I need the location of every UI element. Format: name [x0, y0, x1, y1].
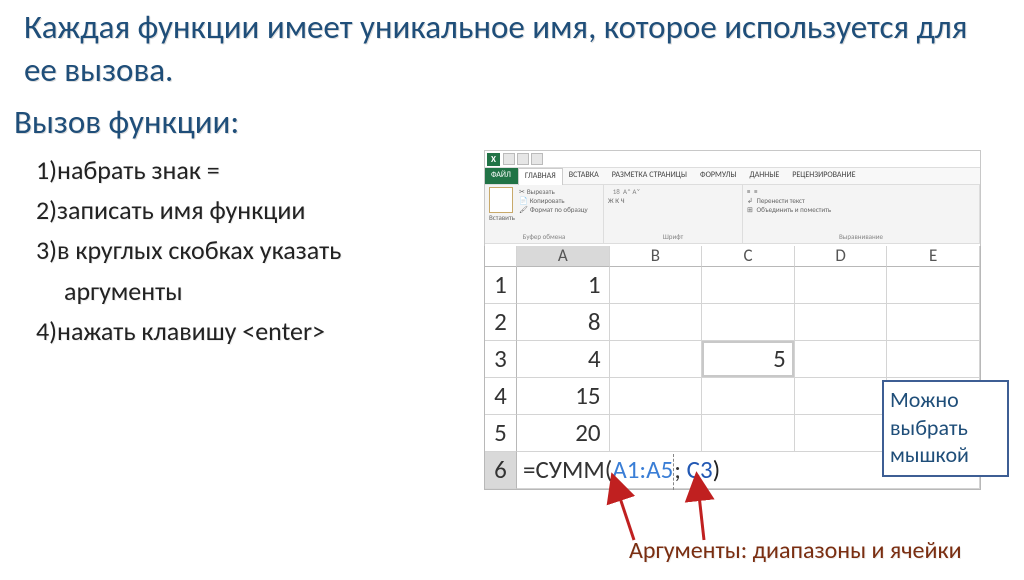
tab-formulas[interactable]: ФОРМУЛЫ	[694, 168, 744, 184]
cell-d2[interactable]	[795, 304, 888, 341]
wrap-text-icon[interactable]: ↲	[747, 196, 753, 205]
paste-label: Вставить	[489, 213, 515, 222]
group-font-title: Шрифт	[608, 232, 738, 241]
cell-b4[interactable]	[610, 378, 703, 415]
cell-c1[interactable]	[702, 267, 795, 304]
col-header-b[interactable]: B	[610, 246, 703, 267]
merge-icon[interactable]: ⊞	[747, 205, 753, 214]
cell-b3[interactable]	[610, 341, 703, 378]
formula-eq: =СУММ(	[523, 454, 612, 485]
cut-label: Вырезать	[527, 187, 555, 196]
undo-icon[interactable]	[517, 153, 529, 165]
cell-d1[interactable]	[795, 267, 888, 304]
cell-b2[interactable]	[610, 304, 703, 341]
cell-e3[interactable]	[887, 341, 980, 378]
save-icon[interactable]	[503, 153, 515, 165]
cell-a4[interactable]: 15	[517, 378, 610, 415]
cell-b1[interactable]	[610, 267, 703, 304]
cell-a2[interactable]: 8	[517, 304, 610, 341]
cell-c5[interactable]	[702, 415, 795, 452]
tab-file[interactable]: ФАЙЛ	[485, 168, 518, 184]
select-all-corner[interactable]	[485, 246, 517, 267]
arguments-label: Аргументы: диапазоны и ячейки	[629, 536, 962, 565]
row-header-3[interactable]: 3	[485, 341, 517, 378]
tab-layout[interactable]: РАЗМЕТКА СТРАНИЦЫ	[606, 168, 694, 184]
group-clipboard-title: Буфер обмена	[489, 232, 599, 241]
col-header-c[interactable]: C	[702, 246, 795, 267]
col-header-a[interactable]: A	[517, 246, 610, 267]
col-header-e[interactable]: E	[887, 246, 980, 267]
ribbon-tabs: ФАЙЛ ГЛАВНАЯ ВСТАВКА РАЗМЕТКА СТРАНИЦЫ Ф…	[485, 168, 980, 184]
cell-e2[interactable]	[887, 304, 980, 341]
cell-d5[interactable]	[795, 415, 888, 452]
align-icon-2[interactable]: ≡	[754, 187, 758, 196]
cut-icon[interactable]: ✂	[519, 187, 525, 196]
tab-home[interactable]: ГЛАВНАЯ	[518, 168, 563, 185]
formula-sep: ;	[674, 454, 686, 485]
subtitle: Вызов функции:	[14, 102, 1006, 142]
cell-e1[interactable]	[887, 267, 980, 304]
callout-l3: мышкой	[890, 441, 1001, 469]
cell-c4[interactable]	[702, 378, 795, 415]
font-style-buttons[interactable]: Ж К Ч	[608, 196, 738, 205]
format-label: Формат по образцу	[530, 205, 588, 214]
cell-c3[interactable]: 5	[702, 341, 795, 378]
row-header-5[interactable]: 5	[485, 415, 517, 452]
cell-a3[interactable]: 4	[517, 341, 610, 378]
excel-ribbon: X ФАЙЛ ГЛАВНАЯ ВСТАВКА РАЗМЕТКА СТРАНИЦЫ…	[484, 150, 981, 246]
cell-d3[interactable]	[795, 341, 888, 378]
row-header-4[interactable]: 4	[485, 378, 517, 415]
callout-l1: Можно	[890, 386, 1001, 414]
formula-closeparen: )	[713, 454, 721, 485]
cell-a1[interactable]: 1	[517, 267, 610, 304]
row-header-1[interactable]: 1	[485, 267, 517, 304]
format-painter-icon[interactable]: 🖌	[519, 205, 528, 214]
align-icon[interactable]: ≡	[747, 187, 751, 196]
tab-data[interactable]: ДАННЫЕ	[744, 168, 787, 184]
row-header-6[interactable]: 6	[485, 452, 517, 489]
cell-c2[interactable]	[702, 304, 795, 341]
copy-icon[interactable]: 📄	[519, 196, 528, 205]
merge-label: Объединить и поместить	[756, 205, 831, 214]
wrap-label: Перенести текст	[756, 196, 804, 205]
font-size-value[interactable]: 18	[613, 187, 620, 196]
copy-label: Копировать	[530, 196, 565, 205]
cell-d4[interactable]	[795, 378, 888, 415]
formula-arg2: C3	[687, 454, 713, 485]
redo-icon[interactable]	[531, 153, 543, 165]
excel-logo-icon: X	[487, 153, 500, 166]
tab-review[interactable]: РЕЦЕНЗИРОВАНИЕ	[786, 168, 862, 184]
page-title: Каждая функции имеет уникальное имя, кот…	[24, 6, 1006, 92]
formula-range: A1:A5	[612, 454, 673, 485]
mouse-hint-callout: Можно выбрать мышкой	[882, 380, 1009, 477]
col-header-d[interactable]: D	[795, 246, 888, 267]
group-align-title: Выравнивание	[747, 232, 975, 241]
row-header-2[interactable]: 2	[485, 304, 517, 341]
cell-b5[interactable]	[610, 415, 703, 452]
cell-a5[interactable]: 20	[517, 415, 610, 452]
tab-insert[interactable]: ВСТАВКА	[563, 168, 606, 184]
paste-icon[interactable]	[489, 187, 513, 213]
callout-l2: выбрать	[890, 414, 1001, 442]
